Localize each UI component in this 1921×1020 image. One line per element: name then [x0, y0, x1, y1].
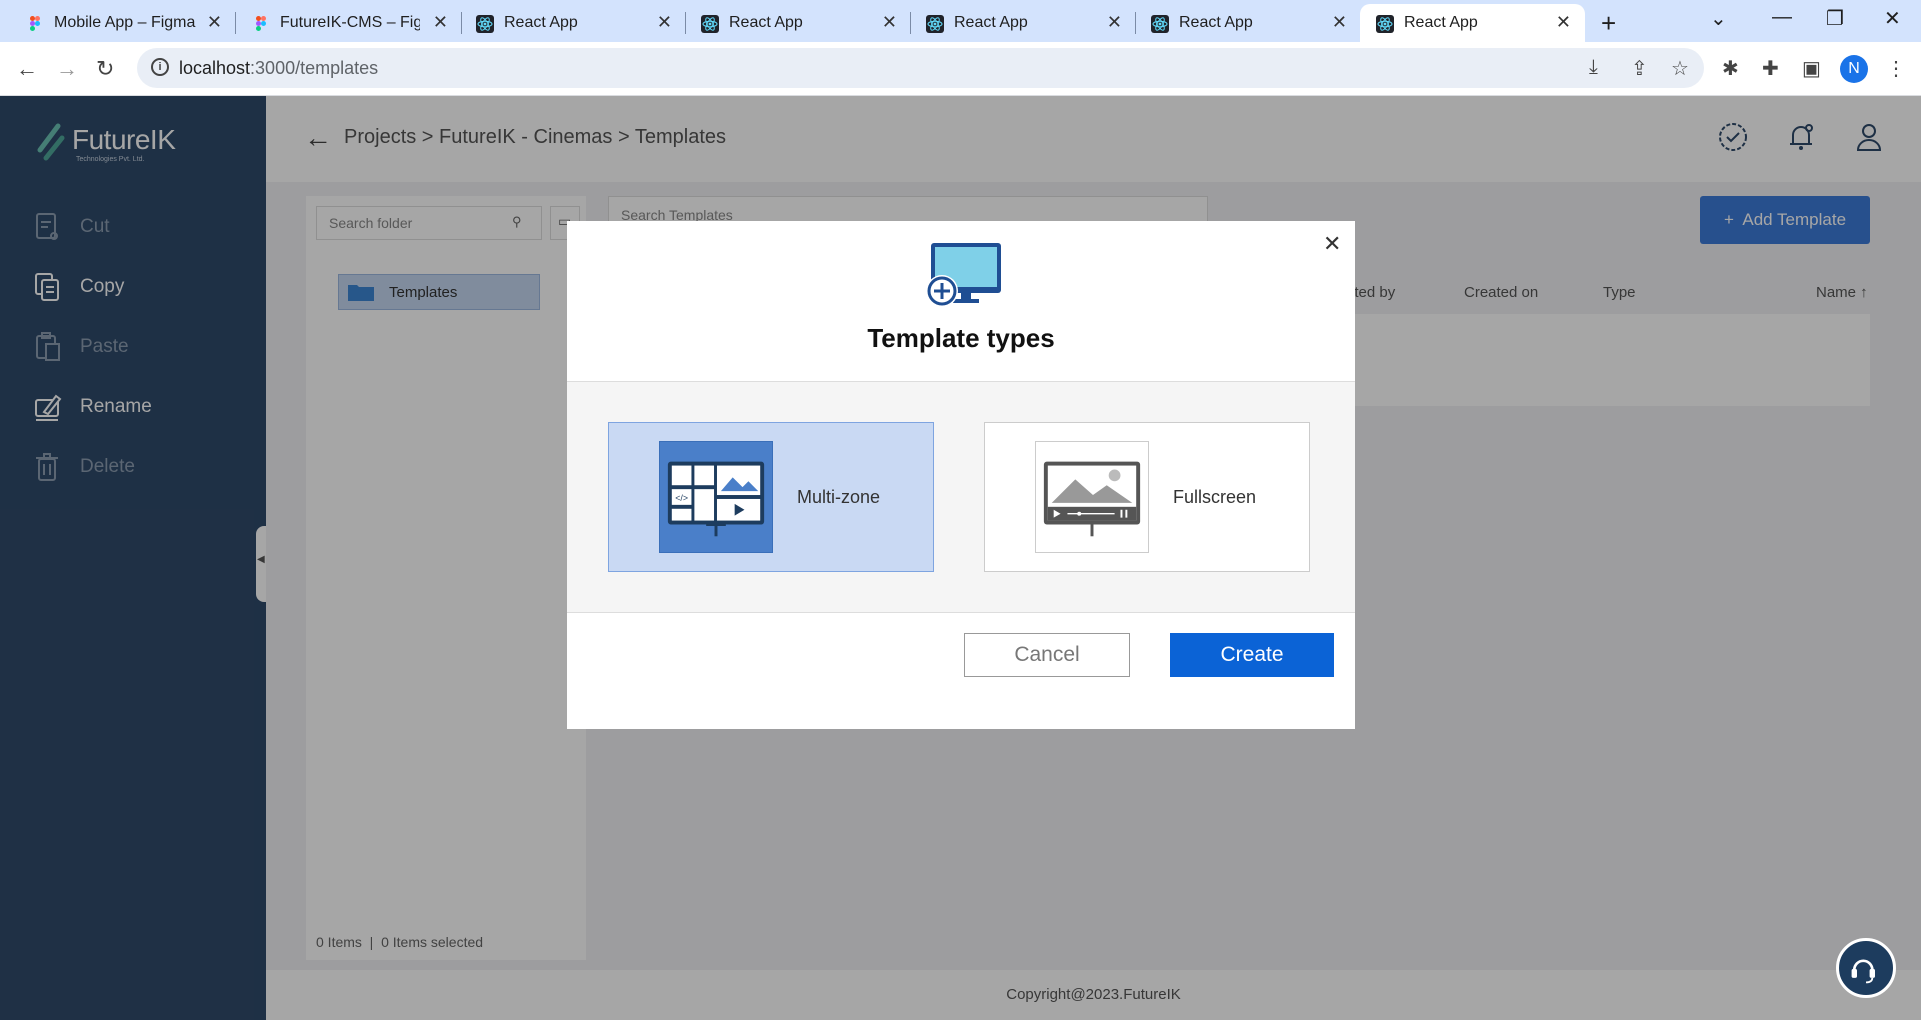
close-icon[interactable]: ✕: [433, 12, 448, 33]
close-icon[interactable]: ✕: [1107, 12, 1122, 33]
browser-tab[interactable]: FutureIK-CMS – Figma ✕: [226, 4, 462, 42]
react-icon: [701, 15, 719, 33]
browser-tab[interactable]: Mobile App – Figma ✕: [0, 4, 236, 42]
monitor-add-icon: [926, 243, 1001, 307]
option-label: Multi-zone: [797, 487, 881, 507]
side-panel-icon[interactable]: ▣: [1802, 56, 1821, 81]
tab-label: React App: [954, 14, 1028, 31]
tab-label: React App: [504, 14, 578, 31]
browser-tab[interactable]: React App ✕: [450, 4, 686, 42]
bookmark-star-icon[interactable]: ☆: [1671, 56, 1689, 81]
browser-tab-active[interactable]: React App ✕: [1360, 4, 1585, 42]
react-icon: [926, 15, 944, 33]
site-info-icon[interactable]: i: [151, 58, 169, 76]
close-icon[interactable]: ✕: [1556, 12, 1571, 33]
url-text: localhost:3000/templates: [179, 58, 378, 79]
browser-tab[interactable]: React App ✕: [900, 4, 1136, 42]
fullscreen-thumbnail: [1035, 441, 1149, 553]
option-multi-zone[interactable]: </> Multi-zone: [608, 422, 934, 572]
modal-title: Template types: [867, 323, 1055, 353]
browser-tab[interactable]: React App ✕: [1125, 4, 1361, 42]
tab-label: Mobile App – Figma: [54, 14, 196, 31]
new-tab-icon[interactable]: +: [1601, 8, 1616, 39]
support-chat-button[interactable]: [1836, 938, 1896, 998]
back-icon[interactable]: ←: [16, 56, 38, 82]
multi-zone-thumbnail: </>: [659, 441, 773, 553]
react-icon: [1151, 15, 1169, 33]
url-path: :3000/templates: [250, 58, 379, 78]
browser-toolbar: ← → ↻ i localhost:3000/templates ⤓ ⇪ ☆ ✱…: [0, 42, 1921, 96]
create-button[interactable]: Create: [1170, 633, 1334, 677]
close-icon[interactable]: ✕: [207, 12, 222, 33]
close-icon[interactable]: ✕: [882, 12, 897, 33]
address-bar[interactable]: i localhost:3000/templates ⤓ ⇪ ☆: [137, 48, 1704, 88]
react-icon: [1376, 15, 1394, 33]
headset-icon: [1851, 959, 1875, 984]
share-icon[interactable]: ⇪: [1631, 56, 1648, 81]
restore-icon[interactable]: ❐: [1826, 6, 1844, 31]
cancel-button[interactable]: Cancel: [964, 633, 1130, 677]
react-icon: [476, 15, 494, 33]
multi-zone-screen-icon: </>: [667, 461, 765, 537]
extensions-puzzle-icon[interactable]: ✚: [1762, 56, 1779, 81]
template-options: </> Multi-zone Fullscreen: [567, 381, 1355, 613]
figma-icon: [30, 16, 40, 31]
tab-label: React App: [729, 14, 803, 31]
tab-search-icon[interactable]: ⌄: [1710, 6, 1727, 31]
close-icon[interactable]: ✕: [1332, 12, 1347, 33]
template-types-modal: ✕ Template types </> Multi-zone Fullscre…: [567, 221, 1355, 729]
url-host: localhost: [179, 58, 251, 78]
install-icon[interactable]: ⤓: [1589, 56, 1598, 79]
profile-avatar[interactable]: N: [1840, 55, 1868, 83]
extension-bug-icon[interactable]: ✱: [1722, 56, 1739, 81]
svg-text:</>: </>: [675, 493, 688, 503]
window-close-icon[interactable]: ✕: [1884, 6, 1901, 31]
tab-label: React App: [1404, 14, 1478, 31]
minimize-icon[interactable]: —: [1772, 6, 1792, 29]
close-icon[interactable]: ✕: [657, 12, 672, 33]
reload-icon[interactable]: ↻: [96, 56, 114, 82]
tab-label: React App: [1179, 14, 1253, 31]
browser-tab-bar: Mobile App – Figma ✕ FutureIK-CMS – Figm…: [0, 0, 1921, 42]
option-fullscreen[interactable]: Fullscreen: [984, 422, 1310, 572]
figma-icon: [256, 16, 266, 31]
close-icon[interactable]: ✕: [1323, 231, 1341, 257]
option-label: Fullscreen: [1173, 487, 1257, 507]
menu-kebab-icon[interactable]: ⋮: [1886, 56, 1906, 81]
forward-icon[interactable]: →: [56, 56, 78, 82]
tab-label: FutureIK-CMS – Figma: [280, 14, 420, 31]
fullscreen-screen-icon: [1043, 461, 1141, 537]
browser-tab[interactable]: React App ✕: [675, 4, 911, 42]
